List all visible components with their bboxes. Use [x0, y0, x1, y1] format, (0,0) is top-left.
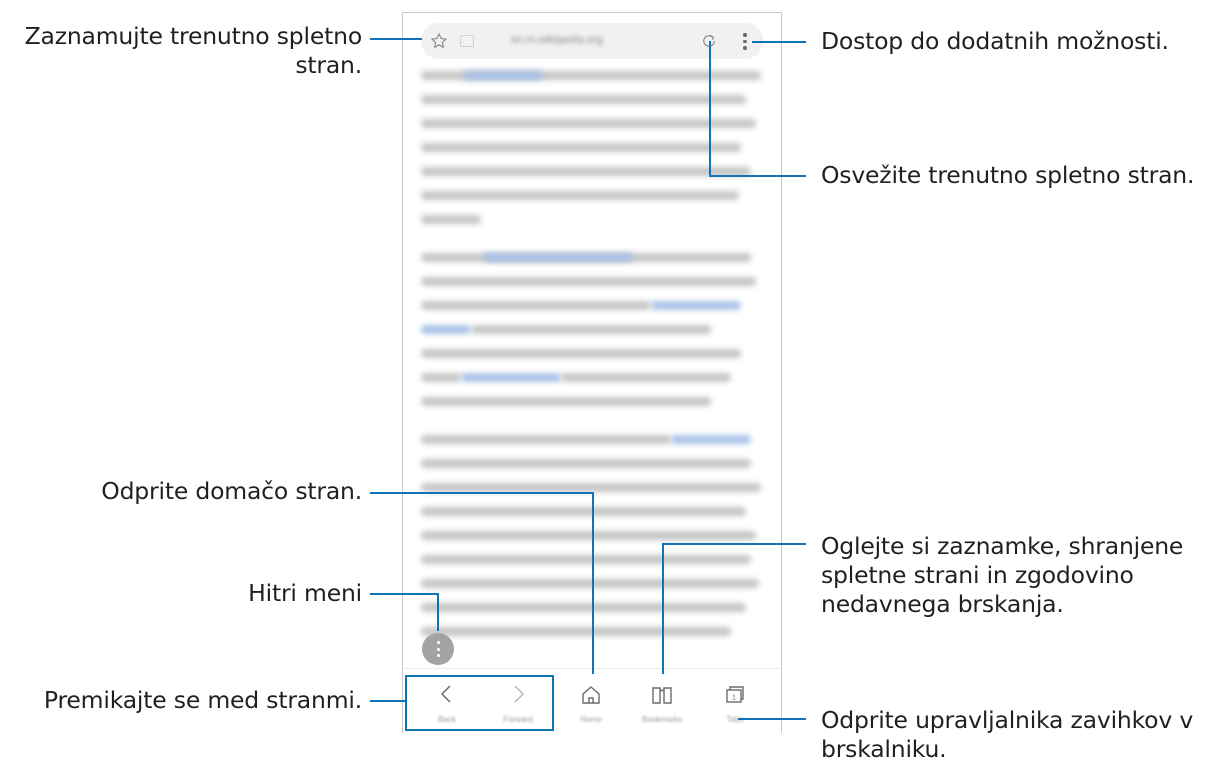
home-icon[interactable]: [579, 683, 603, 707]
bookmarks-icon[interactable]: [650, 683, 674, 707]
home-label: Home: [580, 715, 602, 724]
tabs-callout: Odprite upravljalnika zavihkov v brskaln…: [821, 706, 1194, 763]
bookmarks-leader-line: [662, 543, 806, 545]
home-leader-vertical: [592, 492, 594, 674]
quick-menu-callout: Hitri meni: [248, 579, 362, 607]
more-options-callout: Dostop do dodatnih možnosti.: [821, 27, 1169, 55]
star-icon[interactable]: [430, 32, 448, 50]
tabs-count: 1: [732, 695, 736, 702]
quick-menu-leader-vertical: [437, 593, 439, 631]
quick-menu-leader-line: [370, 593, 438, 595]
refresh-callout: Osvežite trenutno spletno stran.: [821, 161, 1195, 189]
back-forward-leader-line: [370, 700, 407, 702]
bookmarks-label: Bookmarks: [641, 715, 682, 724]
page-icon: [460, 35, 474, 47]
quick-menu-icon[interactable]: [422, 633, 454, 665]
refresh-leader-vertical: [709, 41, 711, 176]
bookmarks-leader-vertical: [662, 543, 664, 674]
back-forward-highlight: [405, 675, 554, 731]
home-leader-line: [370, 492, 593, 494]
tabs-leader-line: [738, 718, 806, 720]
bookmarks-callout: Oglejte si zaznamke, shranjene spletne s…: [821, 532, 1184, 618]
refresh-leader-line: [709, 175, 806, 177]
back-forward-callout: Premikajte se med stranmi.: [43, 686, 362, 714]
address-bar[interactable]: en.m.wikipedia.org: [421, 23, 763, 59]
more-options-leader-line: [752, 41, 806, 43]
home-callout: Odprite domačo stran.: [101, 477, 362, 505]
bookmark-callout: Zaznamujte trenutno spletno stran.: [24, 22, 363, 79]
tabs-icon[interactable]: 1: [723, 683, 747, 707]
more-vert-icon[interactable]: [743, 33, 747, 51]
url-text[interactable]: en.m.wikipedia.org: [511, 34, 603, 46]
bookmark-leader-line: [370, 38, 422, 40]
